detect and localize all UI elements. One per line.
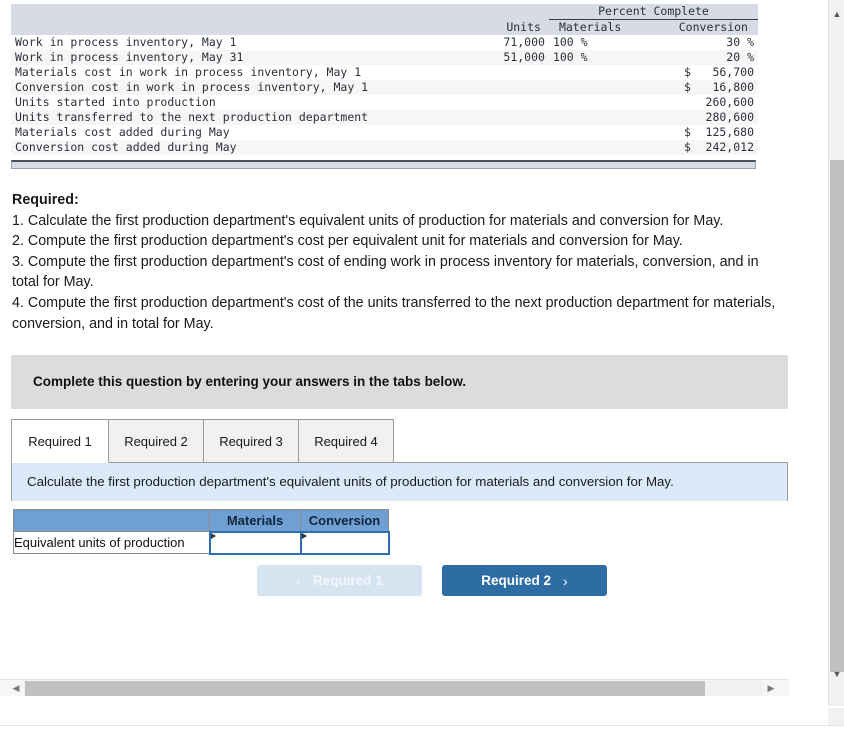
amount-value: 260,600 <box>705 95 754 109</box>
prev-requirement-button[interactable]: ‹ Required 1 <box>257 565 422 596</box>
table-row: Materials cost added during May $125,680 <box>11 125 758 140</box>
amount-value: 16,800 <box>712 80 754 94</box>
currency-symbol: $ <box>684 125 691 139</box>
row-amount: 280,600 <box>484 110 758 125</box>
table-row: Units transferred to the next production… <box>11 110 758 125</box>
answer-corner-cell <box>13 509 210 532</box>
next-requirement-button[interactable]: Required 2 › <box>442 565 607 596</box>
conversion-input[interactable] <box>301 532 388 553</box>
answer-header-row: Materials Conversion <box>13 509 389 532</box>
row-label: Units transferred to the next production… <box>11 110 485 125</box>
table-row: Materials cost in work in process invent… <box>11 65 758 80</box>
header-units-col: Units <box>484 19 549 35</box>
cell-marker-icon <box>210 532 216 539</box>
table-row: Units started into production 260,600 <box>11 95 758 110</box>
table-row: Conversion cost in work in process inven… <box>11 80 758 95</box>
problem-data-table: Percent Complete Units Materials Convers… <box>11 4 758 155</box>
answer-header-conversion: Conversion <box>300 509 389 532</box>
row-label: Work in process inventory, May 31 <box>11 50 485 65</box>
table-footer-bar <box>11 160 756 169</box>
answer-row-label: Equivalent units of production <box>13 531 210 554</box>
amount-value: 280,600 <box>705 110 754 124</box>
header-conversion-col: Conversion <box>648 19 758 35</box>
required-item-1: 1. Calculate the first production depart… <box>12 212 724 229</box>
tab-required-2[interactable]: Required 2 <box>108 419 204 463</box>
answer-header-materials: Materials <box>209 509 301 532</box>
table-row: Work in process inventory, May 1 71,000 … <box>11 35 758 50</box>
amount-value: 242,012 <box>705 140 754 154</box>
cell-marker-icon <box>301 532 307 539</box>
vertical-scroll-thumb[interactable] <box>830 160 844 672</box>
required-item-2: 2. Compute the first production departme… <box>12 233 683 250</box>
complete-question-banner: Complete this question by entering your … <box>11 355 788 409</box>
row-label: Materials cost added during May <box>11 125 485 140</box>
vertical-scrollbar[interactable]: ▲ ▼ <box>828 0 844 706</box>
required-instructions: Required: 1. Calculate the first product… <box>12 190 782 334</box>
row-amount: $242,012 <box>484 140 758 155</box>
complete-question-text: Complete this question by entering your … <box>33 374 467 389</box>
answer-table: Materials Conversion Equivalent units of… <box>13 509 390 555</box>
chevron-right-icon: › <box>563 572 568 589</box>
row-materials: 100 % <box>548 50 649 65</box>
row-conversion: 30 % <box>648 35 758 50</box>
currency-symbol: $ <box>684 80 691 94</box>
row-amount: 260,600 <box>484 95 758 110</box>
table-row: Work in process inventory, May 31 51,000… <box>11 50 758 65</box>
table-header-row: Units Materials Conversion <box>11 19 758 35</box>
row-materials: 100 % <box>548 35 649 50</box>
scroll-right-arrow-icon[interactable]: ▶ <box>763 680 779 696</box>
requirement-tabs: Required 1 Required 2 Required 3 Require… <box>11 419 788 463</box>
header-blank-2 <box>484 4 549 20</box>
row-amount: $56,700 <box>484 65 758 80</box>
required-item-4: 4. Compute the first production departme… <box>12 294 776 332</box>
amount-value: 56,700 <box>712 65 754 79</box>
header-blank-1 <box>11 4 485 20</box>
header-label-col <box>11 19 485 35</box>
row-units: 51,000 <box>484 50 549 65</box>
row-label: Materials cost in work in process invent… <box>11 65 485 80</box>
prev-requirement-label: Required 1 <box>312 573 383 588</box>
conversion-input-cell[interactable] <box>299 530 390 555</box>
row-label: Conversion cost added during May <box>11 140 485 155</box>
row-amount: $16,800 <box>484 80 758 95</box>
chevron-left-icon: ‹ <box>296 572 301 589</box>
answer-row: Equivalent units of production <box>13 530 390 555</box>
tab-instruction-text: Calculate the first production departmen… <box>27 474 674 489</box>
tab-required-1[interactable]: Required 1 <box>11 419 109 463</box>
page-bottom-rule <box>0 725 844 726</box>
tab-required-4[interactable]: Required 4 <box>298 419 394 463</box>
content-viewport: Percent Complete Units Materials Convers… <box>0 0 789 706</box>
required-title: Required: <box>12 192 79 208</box>
required-item-3: 3. Compute the first production departme… <box>12 253 759 291</box>
tab-required-3[interactable]: Required 3 <box>203 419 299 463</box>
row-label: Conversion cost in work in process inven… <box>11 80 485 95</box>
row-label: Work in process inventory, May 1 <box>11 35 485 50</box>
amount-value: 125,680 <box>705 125 754 139</box>
next-requirement-label: Required 2 <box>481 573 552 588</box>
horizontal-scroll-thumb[interactable] <box>25 681 705 696</box>
table-header-group-row: Percent Complete <box>11 4 758 20</box>
horizontal-scrollbar[interactable]: ◀ ▶ <box>0 679 789 696</box>
row-label: Units started into production <box>11 95 485 110</box>
materials-input-cell[interactable] <box>208 530 302 555</box>
table-row: Conversion cost added during May $242,01… <box>11 140 758 155</box>
scroll-down-arrow-icon[interactable]: ▼ <box>829 666 844 682</box>
tab-instruction-banner: Calculate the first production departmen… <box>11 463 788 501</box>
row-conversion: 20 % <box>648 50 758 65</box>
row-units: 71,000 <box>484 35 549 50</box>
scroll-up-arrow-icon[interactable]: ▲ <box>829 6 844 22</box>
currency-symbol: $ <box>684 65 691 79</box>
scrollbar-corner <box>828 708 844 725</box>
row-amount: $125,680 <box>484 125 758 140</box>
currency-symbol: $ <box>684 140 691 154</box>
materials-input[interactable] <box>210 532 300 553</box>
header-materials-col: Materials <box>548 19 649 35</box>
percent-complete-header: Percent Complete <box>548 4 758 20</box>
scroll-left-arrow-icon[interactable]: ◀ <box>8 680 24 696</box>
